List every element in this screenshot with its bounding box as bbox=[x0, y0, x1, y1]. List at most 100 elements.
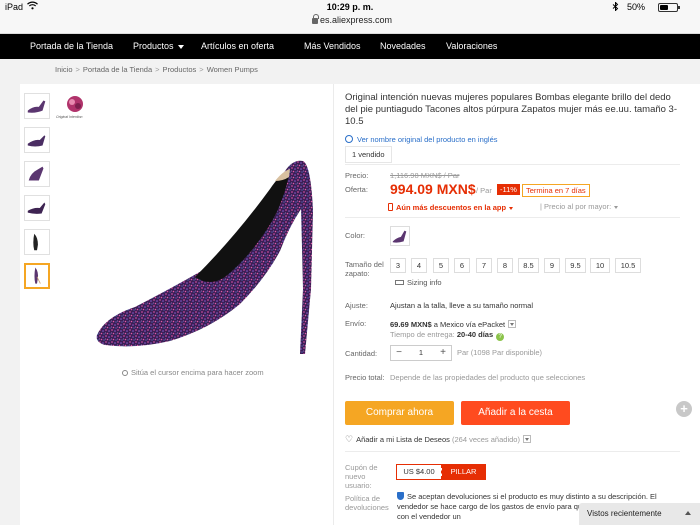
divider bbox=[345, 164, 680, 165]
size-option[interactable]: 8 bbox=[497, 258, 513, 273]
battery-percent: 50% bbox=[627, 2, 646, 12]
size-option[interactable]: 4 bbox=[411, 258, 427, 273]
size-option[interactable]: 9.5 bbox=[565, 258, 586, 273]
nav-products[interactable]: Productos bbox=[133, 41, 184, 51]
app-discount-link[interactable]: Aún más descuentos en la app bbox=[388, 202, 514, 212]
size-label: Tamaño del zapato: bbox=[345, 260, 384, 278]
size-option[interactable]: 9 bbox=[544, 258, 560, 273]
column-divider bbox=[333, 84, 334, 525]
original-price: 1,116.98 MXN$ / Par bbox=[390, 171, 460, 180]
breadcrumb-category[interactable]: Women Pumps bbox=[207, 65, 258, 74]
breadcrumb-products[interactable]: Productos bbox=[163, 65, 197, 74]
recently-viewed-label: Vistos recientemente bbox=[587, 509, 662, 518]
wishlist-count: (264 veces añadido) bbox=[451, 435, 520, 444]
available-stock: Par (1098 Par disponible) bbox=[457, 348, 543, 357]
returns-label: Política de devoluciones bbox=[345, 494, 389, 512]
quantity-stepper: − 1 + bbox=[390, 345, 452, 361]
size-option[interactable]: 8.5 bbox=[518, 258, 539, 273]
chevron-down-icon bbox=[614, 205, 619, 209]
buy-now-button[interactable]: Comprar ahora bbox=[345, 401, 454, 425]
nav-deals[interactable]: Artículos en oferta bbox=[201, 41, 274, 51]
original-name-link-text: Ver nombre original del producto en ingl… bbox=[357, 135, 498, 144]
nav-reviews[interactable]: Valoraciones bbox=[446, 41, 497, 51]
total-value: Depende de las propiedades del producto … bbox=[390, 373, 586, 382]
store-nav: Portada de la Tienda Productos Artículos… bbox=[0, 34, 700, 59]
nav-store-home[interactable]: Portada de la Tienda bbox=[30, 41, 113, 51]
shipping-dropdown[interactable] bbox=[508, 320, 517, 328]
coupon-label: Cupón de nuevo usuario: bbox=[345, 463, 378, 490]
total-label: Precio total: bbox=[345, 373, 385, 382]
main-product-image[interactable] bbox=[75, 119, 335, 359]
product-title: Original intención nuevas mujeres popula… bbox=[345, 92, 678, 127]
recently-viewed-tab[interactable]: Vistos recientemente bbox=[579, 503, 700, 525]
fit-label: Ajuste: bbox=[345, 301, 368, 310]
nav-new-arrivals[interactable]: Novedades bbox=[380, 41, 426, 51]
product-card: Original Intention Sitúa el cursor encim… bbox=[20, 84, 700, 525]
wishlist-text: Añadir a mi Lista de Deseos bbox=[356, 435, 450, 444]
divider bbox=[345, 217, 680, 218]
size-option[interactable]: 10.5 bbox=[615, 258, 641, 273]
add-to-cart-button[interactable]: Añadir a la cesta bbox=[461, 401, 570, 425]
page-body: Inicio > Portada de la Tienda > Productos > Wo… bbox=[0, 59, 700, 525]
claim-coupon-button[interactable]: PILLAR bbox=[442, 465, 485, 479]
delivery-label: Tiempo de entrega: bbox=[390, 330, 455, 339]
size-option[interactable]: 5 bbox=[433, 258, 449, 273]
chevron-up-icon bbox=[685, 511, 691, 515]
zoom-hint-text: Sitúa el cursor encima para hacer zoom bbox=[131, 368, 264, 377]
countdown-badge: Termina en 7 días bbox=[522, 184, 590, 197]
color-label: Color: bbox=[345, 231, 366, 240]
breadcrumb-store[interactable]: Portada de la Tienda bbox=[83, 65, 152, 74]
divider bbox=[345, 451, 680, 452]
clock: 10:29 p. m. bbox=[326, 2, 374, 12]
sizing-info-text: Sizing info bbox=[407, 278, 442, 287]
discount-badge: -11% bbox=[497, 184, 520, 195]
sale-price: 994.09 MXN$ bbox=[390, 181, 476, 197]
breadcrumb-home[interactable]: Inicio bbox=[55, 65, 73, 74]
help-icon[interactable]: ? bbox=[496, 333, 505, 341]
quantity-input[interactable]: 1 bbox=[407, 348, 435, 357]
shipping-method: a Mexico vía ePacket bbox=[431, 320, 506, 329]
heart-icon: ♡ bbox=[345, 434, 354, 444]
wishlist-dropdown[interactable] bbox=[522, 435, 531, 443]
price-unit: / Par bbox=[476, 186, 492, 195]
lock-icon bbox=[312, 14, 319, 24]
offer-label: Oferta: bbox=[345, 185, 368, 194]
original-name-link[interactable]: Ver nombre original del producto en ingl… bbox=[345, 134, 498, 144]
gallery-thumbnail[interactable] bbox=[24, 127, 50, 153]
bluetooth-icon bbox=[612, 1, 619, 13]
shipping-label: Envío: bbox=[345, 319, 367, 328]
chevron-down-icon bbox=[177, 44, 184, 49]
gallery-thumbnail-selected[interactable] bbox=[24, 263, 50, 289]
size-option[interactable]: 7 bbox=[476, 258, 492, 273]
sold-count: 1 vendido bbox=[345, 146, 392, 163]
bulk-price-text: Precio al por mayor: bbox=[544, 202, 612, 211]
bulk-price-dropdown[interactable]: | Precio al por mayor: bbox=[540, 202, 619, 211]
increase-button[interactable]: + bbox=[436, 346, 450, 360]
wishlist-link[interactable]: ♡ Añadir a mi Lista de Deseos (264 veces … bbox=[345, 434, 531, 445]
chevron-down-icon bbox=[509, 206, 514, 210]
shield-icon bbox=[397, 492, 404, 500]
color-swatch-purple[interactable] bbox=[390, 226, 410, 246]
size-option[interactable]: 6 bbox=[454, 258, 470, 273]
size-option[interactable]: 3 bbox=[390, 258, 406, 273]
globe-icon bbox=[345, 135, 353, 143]
zoom-hint: Sitúa el cursor encima para hacer zoom bbox=[122, 368, 264, 377]
sizing-info-link[interactable]: Sizing info bbox=[395, 278, 442, 287]
gallery-thumbnail[interactable] bbox=[24, 195, 50, 221]
plus-icon[interactable]: + bbox=[676, 401, 692, 417]
shipping-value: 69.69 MXN$ a Mexico vía ePacket bbox=[390, 319, 517, 329]
breadcrumb: Inicio > Portada de la Tienda > Productos > Wo… bbox=[55, 65, 258, 74]
size-option[interactable]: 10 bbox=[590, 258, 610, 273]
gallery-thumbnail[interactable] bbox=[24, 93, 50, 119]
decrease-button[interactable]: − bbox=[392, 346, 406, 360]
nav-best-sellers[interactable]: Más Vendidos bbox=[304, 41, 361, 51]
coupon-amount: US $4.00 bbox=[397, 465, 442, 479]
gallery-thumbnail[interactable] bbox=[24, 229, 50, 255]
battery-icon bbox=[658, 3, 680, 12]
url-text: es.aliexpress.com bbox=[320, 15, 393, 25]
gallery-thumbnail[interactable] bbox=[24, 161, 50, 187]
quantity-label: Cantidad: bbox=[345, 349, 378, 358]
status-bar: iPad 10:29 p. m. 50% bbox=[0, 0, 700, 14]
address-bar[interactable]: es.aliexpress.com bbox=[0, 14, 700, 34]
nav-products-label: Productos bbox=[133, 41, 174, 51]
